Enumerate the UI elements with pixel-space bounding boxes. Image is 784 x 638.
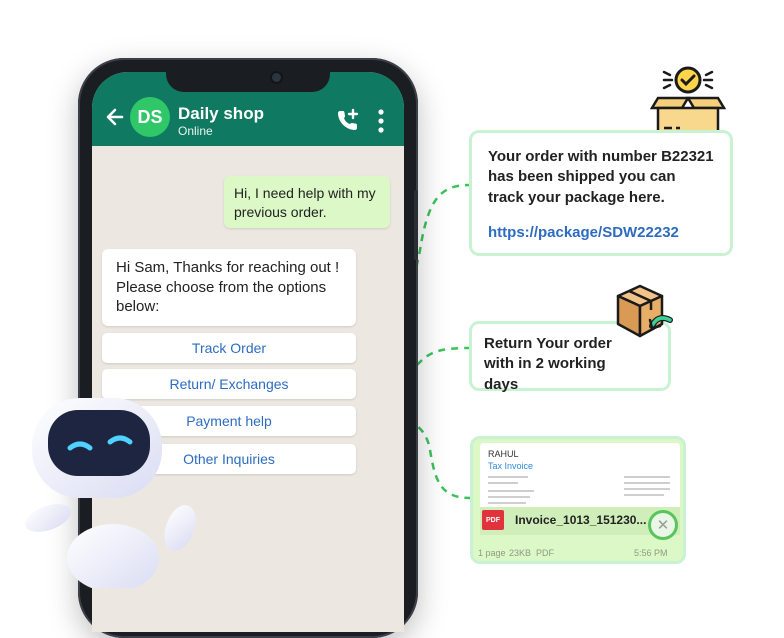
invoice-preview-line <box>488 476 528 478</box>
outgoing-message: Hi, I need help with my previous order. <box>224 176 390 228</box>
invoice-doc-title: Tax Invoice <box>488 461 534 471</box>
invoice-time: 5:56 PM <box>634 548 668 558</box>
contact-name[interactable]: Daily shop <box>178 104 264 124</box>
invoice-preview-line <box>488 490 534 492</box>
invoice-file-name[interactable]: Invoice_1013_151230... <box>515 513 646 527</box>
contact-status: Online <box>178 124 213 138</box>
tracking-link[interactable]: https://package/SDW22232 <box>488 224 714 241</box>
incoming-message: Hi Sam, Thanks for reaching out ! Please… <box>102 249 356 326</box>
invoice-preview-line <box>488 496 530 498</box>
pdf-file-icon: PDF <box>482 510 504 530</box>
avatar[interactable]: DS <box>130 97 170 137</box>
option-track-order[interactable]: Track Order <box>102 333 356 363</box>
tracking-card: Your order with number B22321 has been s… <box>469 130 733 256</box>
cancel-download-icon[interactable]: ✕ <box>648 510 678 540</box>
tracking-text: Your order with number B22321 has been s… <box>488 148 714 206</box>
package-return-icon <box>608 282 680 346</box>
phone-side-button <box>414 190 418 260</box>
invoice-type: PDF <box>536 548 554 558</box>
robot-mascot-icon <box>18 388 208 588</box>
invoice-preview-line <box>488 482 518 484</box>
back-arrow-icon[interactable] <box>104 106 126 128</box>
invoice-size: 23KB <box>509 548 532 558</box>
invoice-preview-line <box>624 488 670 490</box>
return-text: Return Your order with in 2 working days <box>484 335 612 393</box>
invoice-preview-line <box>488 502 526 504</box>
invoice-preview-line <box>624 494 664 496</box>
invoice-preview-line <box>624 476 670 478</box>
invoice-pages: 1 page <box>478 548 506 558</box>
invoice-preview-line <box>624 482 670 484</box>
more-options-icon[interactable] <box>376 108 386 134</box>
phone-notch <box>166 64 330 92</box>
invoice-recipient: RAHUL <box>488 449 519 459</box>
camera-icon <box>272 73 281 82</box>
add-call-icon[interactable] <box>334 106 362 134</box>
